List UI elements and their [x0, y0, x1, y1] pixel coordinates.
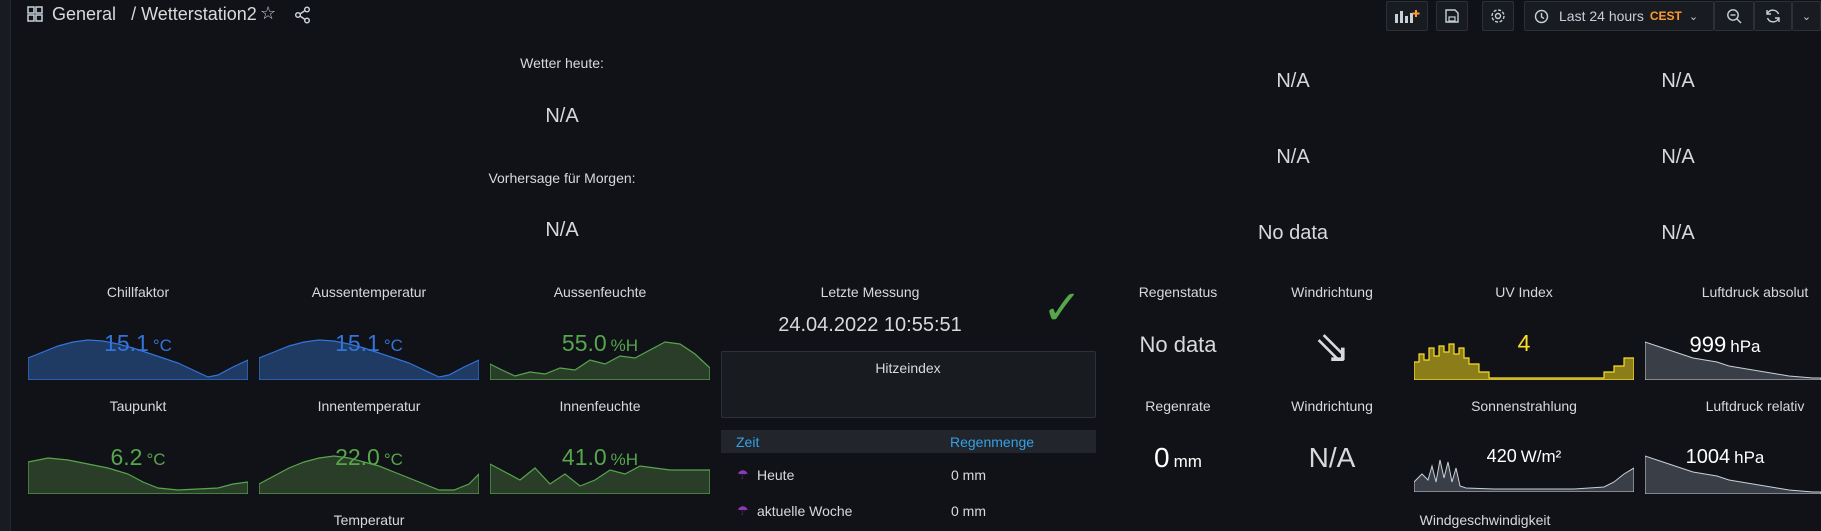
letzte-messung-title[interactable]: Letzte Messung [821, 284, 920, 300]
letzte-messung-value: 24.04.2022 10:55:51 [778, 314, 962, 336]
add-panel-button[interactable] [1386, 1, 1428, 31]
wind-direction-arrow-icon: ⇘ [1313, 323, 1351, 372]
save-icon [1445, 9, 1459, 23]
star-icon[interactable]: ☆ [260, 3, 276, 24]
side-menu-strip [0, 0, 11, 531]
innenfeuchte-title[interactable]: Innenfeuchte [560, 398, 641, 414]
regenstatus-title[interactable]: Regenstatus [1139, 284, 1218, 300]
vorhersage-value: N/A [545, 219, 579, 241]
breadcrumb: General / Wetterstation2 [52, 4, 257, 25]
taupunkt-value: 6.2 °C [110, 444, 166, 470]
luftdruck-absolut-title[interactable]: Luftdruck absolut [1702, 284, 1809, 300]
wetter-heute-value: N/A [545, 105, 579, 127]
regenrate-value: 0 mm [1154, 442, 1202, 473]
innentemperatur-title[interactable]: Innentemperatur [318, 398, 421, 414]
sonnenstrahlung-title[interactable]: Sonnenstrahlung [1471, 398, 1577, 414]
zoom-out-button[interactable] [1714, 1, 1754, 31]
aussentemperatur-value: 15.1 °C [335, 330, 403, 356]
table-row-zeit: Heute [757, 467, 795, 483]
uv-index-title[interactable]: UV Index [1495, 284, 1553, 300]
time-range-label: Last 24 hours [1559, 8, 1644, 24]
share-icon[interactable] [294, 6, 312, 24]
windrichtung2-value: N/A [1308, 442, 1356, 473]
luftdruck-absolut-value: 999 hPa [1689, 332, 1761, 357]
check-icon: ✓ [1042, 282, 1083, 335]
vorhersage-label: Vorhersage für Morgen: [488, 170, 636, 186]
windrichtung2-title[interactable]: Windrichtung [1291, 398, 1373, 414]
save-dashboard-button[interactable] [1436, 1, 1468, 31]
top-right-value-2: N/A [1276, 146, 1310, 168]
wetter-heute-label: Wetter heute: [520, 55, 604, 71]
temperatur-title[interactable]: Temperatur [334, 512, 405, 528]
dashboards-grid-icon[interactable] [27, 6, 43, 22]
aussentemperatur-title[interactable]: Aussentemperatur [312, 284, 426, 300]
top-right-value-6: N/A [1661, 222, 1695, 244]
luftdruck-relativ-value: 1004 hPa [1685, 446, 1765, 468]
zoom-out-icon [1727, 9, 1742, 24]
aussenfeuchte-title[interactable]: Aussenfeuchte [554, 284, 647, 300]
breadcrumb-separator: / [131, 4, 137, 24]
col-zeit[interactable]: Zeit [736, 434, 759, 450]
regenrate-title[interactable]: Regenrate [1145, 398, 1210, 414]
chevron-down-icon: ⌄ [1801, 10, 1812, 23]
timezone-label: CEST [1649, 9, 1682, 23]
regenstatus-value: No data [1139, 332, 1217, 357]
top-right-value-1: N/A [1276, 70, 1310, 92]
breadcrumb-dashboard[interactable]: Wetterstation2 [141, 4, 257, 24]
time-range-picker[interactable]: Last 24 hours CEST ⌄ [1524, 1, 1714, 31]
chillfaktor-value: 15.1 °C [104, 330, 172, 356]
windgeschwindigkeit-title[interactable]: Windgeschwindigkeit [1420, 512, 1551, 528]
taupunkt-title[interactable]: Taupunkt [110, 398, 167, 414]
clock-icon [1534, 9, 1549, 23]
umbrella-icon: ☂ [737, 503, 749, 518]
table-row-menge: 0 mm [951, 503, 986, 519]
top-right-value-3: No data [1257, 222, 1329, 244]
innentemperatur-value: 22.0 °C [335, 444, 403, 470]
refresh-interval-dropdown[interactable]: ⌄ [1792, 1, 1821, 31]
refresh-icon [1766, 9, 1780, 23]
add-panel-icon [1395, 10, 1420, 23]
chillfaktor-title[interactable]: Chillfaktor [107, 284, 169, 300]
table-row-zeit: aktuelle Woche [757, 503, 853, 519]
col-regenmenge[interactable]: Regenmenge [950, 434, 1034, 450]
windrichtung-title[interactable]: Windrichtung [1291, 284, 1373, 300]
uv-index-value: 4 [1517, 330, 1531, 356]
aussenfeuchte-value: 55.0 %H [561, 330, 639, 356]
breadcrumb-folder[interactable]: General [52, 4, 116, 24]
sonnenstrahlung-value: 420 W/m² [1486, 446, 1562, 466]
hitzeindex-title[interactable]: Hitzeindex [875, 360, 940, 376]
table-row-menge: 0 mm [951, 467, 986, 483]
umbrella-icon: ☂ [737, 467, 749, 482]
top-right-value-4: N/A [1661, 70, 1695, 92]
gear-icon [1491, 9, 1505, 23]
chevron-down-icon: ⌄ [1688, 10, 1699, 23]
refresh-button[interactable] [1754, 1, 1792, 31]
settings-button[interactable] [1482, 1, 1514, 31]
luftdruck-relativ-title[interactable]: Luftdruck relativ [1706, 398, 1805, 414]
innenfeuchte-value: 41.0 %H [561, 444, 639, 470]
top-right-value-5: N/A [1661, 146, 1695, 168]
regen-table-header [721, 430, 1096, 453]
